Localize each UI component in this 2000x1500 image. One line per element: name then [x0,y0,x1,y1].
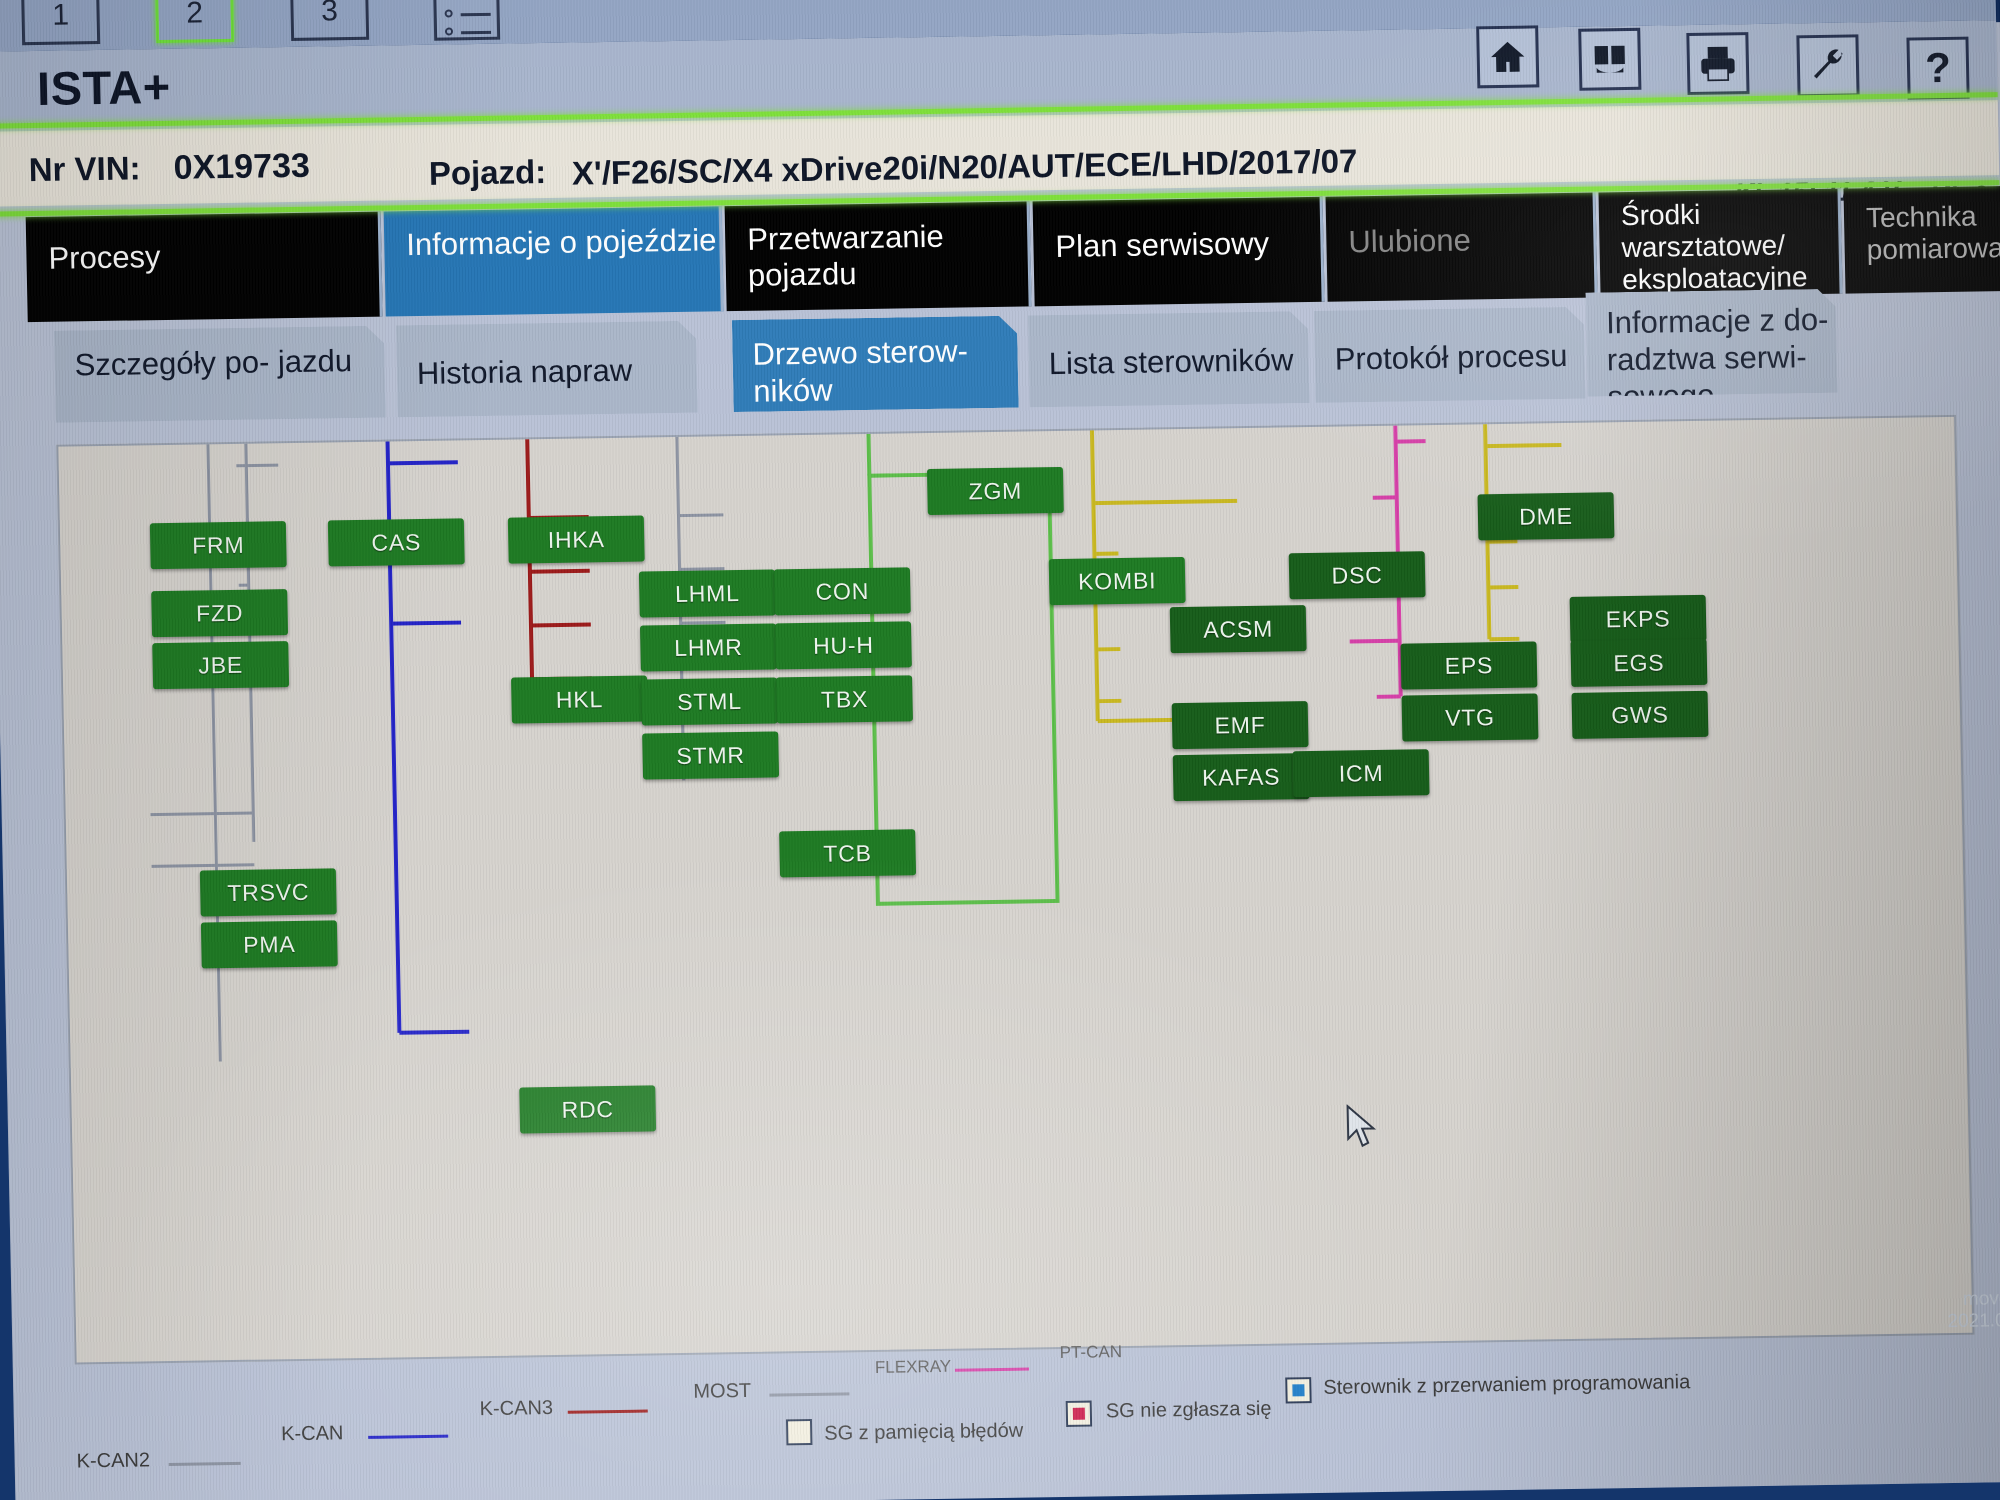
tab-technika-pomiarowa[interactable]: Technika pomiarowa [1843,185,2000,294]
subtab-szczegoly-pojazdu[interactable]: Szczegóły po- jazdu [54,326,386,423]
controller-node-gws[interactable]: GWS [1571,690,1709,739]
controller-node-frm[interactable]: FRM [149,521,287,570]
controller-node-egs[interactable]: EGS [1570,638,1708,687]
legend-kcan-label: K-CAN [280,1422,344,1446]
bus-legend: K-CAN2 K-CAN K-CAN3 MOST FLEXRAY PT-CAN … [75,1339,1977,1487]
list-icon[interactable] [432,0,501,41]
controller-node-stmr[interactable]: STMR [642,731,780,780]
controller-node-dme[interactable]: DME [1477,492,1615,541]
subtab-informacje-doradztwo[interactable]: Informacje z do- radztwa serwi- sowego [1585,289,1837,397]
controller-node-cas[interactable]: CAS [327,518,465,567]
legend-swatch-prog-interrupt [1285,1377,1312,1404]
controller-node-con[interactable]: CON [773,567,911,616]
vehicle-diagnosis-icon[interactable] [1578,27,1642,91]
controller-node-stml[interactable]: STML [641,677,778,726]
legend-most-line [769,1392,850,1397]
controller-node-tbx[interactable]: TBX [776,675,913,724]
controller-node-ihka[interactable]: IHKA [507,515,645,564]
controller-node-zgm[interactable]: ZGM [926,466,1064,516]
vin-value: 0X19733 [173,146,311,187]
controller-node-trsvc[interactable]: TRSVC [199,868,337,917]
legend-kcan3-line [567,1409,648,1414]
window-tab-1[interactable]: 1 [21,0,101,46]
subtab-historia-napraw[interactable]: Historia napraw [396,321,698,418]
legend-kcan2-label: K-CAN2 [76,1449,151,1473]
watermark-line-1: mover [1962,1288,2000,1310]
controller-node-emf[interactable]: EMF [1171,701,1309,750]
screen-photo: 1 2 3 ISTA+ ? Nr VIN: 0X19733 Pojazd: X'… [0,0,2000,1500]
controller-node-lhmr[interactable]: LHMR [639,623,777,672]
window-tab-2[interactable]: 2 [155,0,235,44]
printer-icon[interactable] [1686,32,1750,96]
legend-swatch-no-response [1065,1400,1093,1427]
tab-informacje-o-pojezdzie[interactable]: Informacje o pojeździe [383,206,724,317]
legend-kcan2-line [168,1461,241,1467]
help-icon[interactable]: ? [1906,36,1970,100]
controller-node-kombi[interactable]: KOMBI [1048,556,1186,606]
tab-plan-serwisowy[interactable]: Plan serwisowy [1032,196,1325,307]
controller-node-kafas[interactable]: KAFAS [1172,753,1310,802]
subtab-protokol-procesu[interactable]: Protokół procesu [1314,307,1586,403]
ista-application-window: 1 2 3 ISTA+ ? Nr VIN: 0X19733 Pojazd: X'… [0,0,2000,1472]
legend-kcan-line [368,1434,449,1439]
legend-no-response-label: SG nie zgłasza się [1105,1397,1272,1423]
controller-tree-panel: FRM CAS IHKA ZGM DME FZD LHML CON KOMBI DSC JBE LHM… [56,414,1975,1365]
wrench-icon[interactable] [1796,34,1860,98]
controller-node-hkl[interactable]: HKL [511,675,648,724]
watermark-line-2: 2021.05 [1947,1310,2000,1333]
legend-prog-interrupt-label: Sterownik z przerwaniem programowania [1323,1371,1691,1399]
page-title: ISTA+ [36,59,172,115]
controller-node-rdc[interactable]: RDC [519,1085,657,1134]
controller-node-icm[interactable]: ICM [1292,749,1430,798]
legend-kcan3-label: K-CAN3 [479,1397,554,1421]
tab-przetwarzanie-pojazdu[interactable]: Przetwarzanie pojazdu [724,201,1032,312]
controller-node-ekps[interactable]: EKPS [1569,594,1707,643]
vin-label: Nr VIN: [28,149,141,189]
tab-procesy[interactable]: Procesy [25,211,383,323]
controller-node-vtg[interactable]: VTG [1401,693,1539,742]
controller-node-hu-h[interactable]: HU-H [774,621,912,670]
controller-node-dsc[interactable]: DSC [1288,551,1426,600]
controller-node-lhml[interactable]: LHML [638,569,776,618]
vehicle-label: Pojazd: [428,152,547,192]
controller-node-pma[interactable]: PMA [200,920,338,969]
legend-most-label: MOST [693,1379,752,1403]
window-tab-3[interactable]: 3 [290,0,370,41]
controller-node-tcb[interactable]: TCB [779,829,917,878]
controller-tree-diagram: FRM CAS IHKA ZGM DME FZD LHML CON KOMBI DSC JBE LHM… [58,416,1972,1363]
subtab-lista-sterownikow[interactable]: Lista sterowników [1028,311,1310,407]
controller-node-jbe[interactable]: JBE [152,641,290,690]
controller-node-fzd[interactable]: FZD [151,589,289,638]
legend-flexray-line [954,1367,1030,1372]
tab-ulubione[interactable]: Ulubione [1325,192,1598,302]
legend-ptcan-label: PT-CAN [1059,1342,1123,1363]
legend-flexray-label: FLEXRAY [874,1356,952,1377]
home-icon[interactable] [1476,25,1540,89]
legend-no-fault-label: SG z pamięcią błędów [824,1419,1024,1445]
controller-node-acsm[interactable]: ACSM [1169,605,1307,654]
controller-node-eps[interactable]: EPS [1400,641,1538,690]
tab-srodki-warsztatowe[interactable]: Środki warsztatowe/ eksploatacyjne [1598,188,1843,298]
mouse-cursor [1346,1104,1377,1148]
legend-swatch-no-fault [785,1418,813,1446]
watermark: mover 2021.05 [1947,1288,2000,1333]
subtab-drzewo-sterownikow[interactable]: Drzewo sterow- ników [732,316,1019,412]
